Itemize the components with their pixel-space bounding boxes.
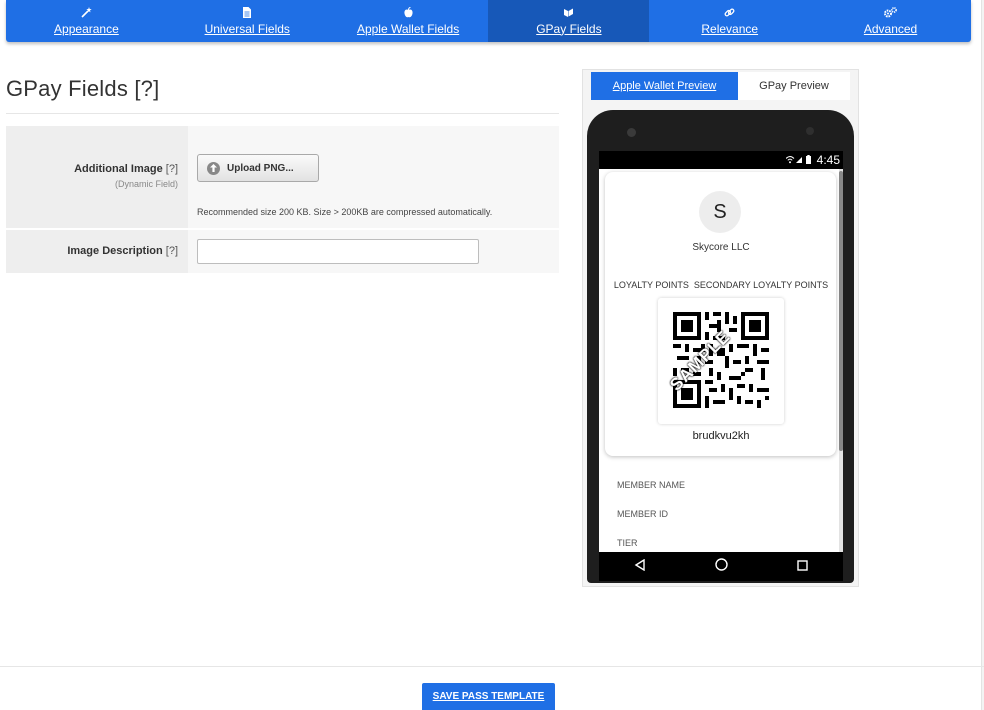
recents-icon[interactable] [797, 558, 809, 576]
tab-appearance[interactable]: Appearance [6, 0, 167, 42]
tab-appearance-label: Appearance [54, 21, 119, 36]
apple-icon [403, 7, 413, 19]
upload-size-note: Recommended size 200 KB. Size > 200KB ar… [197, 207, 493, 217]
phone-camera [627, 128, 636, 137]
tab-apple-wallet-fields-label: Apple Wallet Fields [356, 21, 460, 36]
qr-code [658, 298, 784, 424]
tab-universal-fields-label: Universal Fields [204, 21, 290, 36]
link-icon [724, 7, 735, 19]
gears-icon [884, 7, 897, 19]
status-bar: 4:45 [599, 151, 843, 169]
barcode-value: brudkvu2kh [692, 430, 750, 442]
tab-relevance-label: Relevance [701, 21, 759, 36]
top-nav: Appearance Universal Fields Apple Wallet… [6, 0, 971, 42]
footer-divider [0, 666, 984, 667]
phone-sensor [806, 127, 814, 135]
company-name: Skycore LLC [692, 242, 750, 253]
tab-apple-wallet-preview[interactable]: Apple Wallet Preview [591, 72, 738, 100]
home-icon[interactable] [715, 557, 728, 576]
tab-gpay-preview[interactable]: GPay Preview [738, 72, 850, 100]
page-title-text: GPay Fields [6, 76, 129, 101]
upload-icon [207, 161, 220, 175]
upload-png-button-label: Upload PNG... [227, 162, 294, 174]
page-title: GPay Fields [?] [6, 76, 159, 102]
status-time: 4:45 [816, 153, 840, 167]
additional-image-label-text: Additional Image [74, 163, 163, 175]
signal-battery-icon [785, 154, 814, 166]
gpay-icon [563, 7, 574, 19]
member-name-field: MEMBER NAME [617, 480, 686, 490]
phone-screen: 4:45 S Skycore LLC LOYALTY POINTS SECOND… [599, 151, 843, 581]
image-description-label-text: Image Description [67, 245, 163, 257]
tab-gpay-fields[interactable]: GPay Fields [488, 0, 650, 42]
tab-advanced-label: Advanced [863, 21, 918, 36]
preview-scrollbar-thumb[interactable] [839, 171, 843, 451]
tab-apple-wallet-fields[interactable]: Apple Wallet Fields [328, 0, 489, 42]
tier-field: TIER [617, 538, 638, 548]
tab-universal-fields[interactable]: Universal Fields [167, 0, 328, 42]
tab-relevance[interactable]: Relevance [649, 0, 810, 42]
loyalty-points-label: LOYALTY POINTS [613, 280, 689, 290]
dynamic-field-sublabel: (Dynamic Field) [114, 179, 178, 189]
tab-gpay-fields-label: GPay Fields [536, 21, 602, 36]
image-description-help[interactable]: [?] [166, 245, 178, 257]
additional-image-label: Additional Image [?] [74, 163, 178, 175]
title-divider [6, 113, 559, 114]
image-description-label-cell: Image Description [?] [6, 230, 188, 273]
member-id-field: MEMBER ID [617, 509, 669, 519]
image-description-label: Image Description [?] [67, 245, 178, 257]
additional-image-help[interactable]: [?] [166, 163, 178, 175]
magic-wand-icon [81, 7, 92, 19]
android-nav-bar [599, 552, 843, 581]
tab-advanced[interactable]: Advanced [810, 0, 971, 42]
points-labels: LOYALTY POINTS SECONDARY LOYALTY POINTS [599, 280, 843, 290]
document-icon [243, 7, 252, 19]
save-pass-template-button[interactable]: SAVE PASS TEMPLATE [422, 683, 555, 710]
preview-scrollbar[interactable] [839, 169, 843, 581]
back-icon[interactable] [634, 558, 646, 576]
upload-png-button[interactable]: Upload PNG... [197, 154, 319, 182]
avatar: S [699, 191, 741, 233]
additional-image-label-cell: Additional Image [?] (Dynamic Field) [6, 126, 188, 228]
image-description-input[interactable] [197, 239, 479, 264]
page-title-help[interactable]: [?] [134, 76, 159, 101]
secondary-loyalty-points-label: SECONDARY LOYALTY POINTS [693, 280, 829, 290]
